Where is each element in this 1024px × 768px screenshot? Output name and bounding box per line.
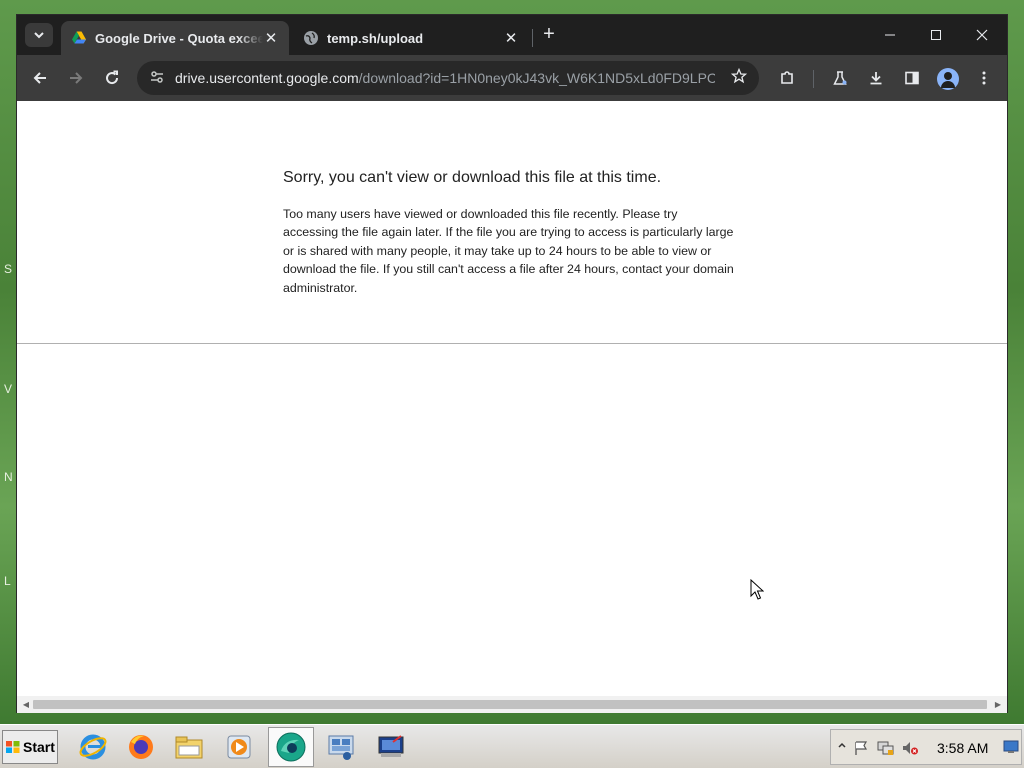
url-text[interactable]: drive.usercontent.google.com/download?id… (175, 70, 715, 86)
new-tab-button[interactable]: + (537, 23, 561, 47)
start-label: Start (23, 739, 55, 755)
back-button[interactable] (25, 63, 55, 93)
address-bar[interactable]: drive.usercontent.google.com/download?id… (137, 61, 759, 95)
desktop-icon-label-fragment: S (4, 262, 13, 276)
system-clock[interactable]: 3:58 AM (937, 740, 988, 756)
file-explorer-icon (175, 736, 203, 759)
mouse-cursor-icon (750, 579, 764, 600)
minimize-icon (885, 34, 895, 36)
taskbar-app-internet-explorer[interactable] (70, 727, 116, 767)
profile-avatar[interactable] (937, 68, 959, 90)
firefox-icon (129, 735, 153, 759)
side-panel-icon (905, 71, 919, 85)
globe-icon (304, 31, 318, 45)
scroll-left-arrow-icon[interactable]: ◀ (19, 698, 33, 711)
tab-title: Google Drive - Quota exceeded (95, 30, 263, 46)
tab-google-drive[interactable]: Google Drive - Quota exceeded ✕ (61, 21, 289, 55)
browser-toolbar: drive.usercontent.google.com/download?id… (17, 55, 1007, 101)
system-tray: 3:58 AM (830, 729, 1022, 765)
close-tab-icon[interactable]: ✕ (263, 29, 279, 47)
site-info-icon[interactable] (147, 69, 167, 88)
tab-separator (532, 29, 533, 47)
flask-icon (833, 71, 847, 85)
volume-muted-icon[interactable] (901, 740, 919, 759)
error-message: Too many users have viewed or downloaded… (283, 207, 734, 295)
taskbar-app-remote-desktop[interactable] (368, 727, 414, 767)
minimize-button[interactable] (867, 21, 913, 49)
reload-button[interactable] (97, 63, 127, 93)
error-title: Sorry, you can't view or download this f… (283, 169, 662, 186)
browser-window: Google Drive - Quota exceeded ✕ temp.sh/… (16, 14, 1008, 713)
media-player-icon (227, 735, 251, 759)
toolbar-separator (813, 70, 814, 88)
url-path: /download?id=1HN0ney0kJ43vk_W6K1ND5xLd0F… (358, 70, 715, 86)
network-icon (328, 735, 354, 760)
desktop-icon-label-fragment: N (4, 470, 13, 484)
divider (17, 343, 1007, 344)
maximize-button[interactable] (913, 21, 959, 49)
bookmark-star-icon[interactable] (730, 67, 748, 89)
scrollbar-thumb[interactable] (33, 700, 987, 709)
start-button[interactable]: Start (2, 730, 58, 764)
desktop-icon-label-fragment: L (4, 574, 11, 588)
close-icon (976, 29, 988, 41)
taskbar: Start 3:58 AM (0, 724, 1024, 768)
google-drive-icon (72, 31, 86, 44)
show-hidden-icons-icon[interactable] (837, 740, 847, 755)
tab-search-button[interactable] (25, 23, 53, 47)
arrow-right-icon (70, 72, 83, 84)
page-content: Sorry, you can't view or download this f… (17, 101, 1007, 697)
taskbar-app-chrome[interactable] (268, 727, 314, 767)
kebab-menu-icon (982, 71, 986, 85)
scroll-right-arrow-icon[interactable]: ▶ (991, 698, 1005, 711)
close-tab-icon[interactable]: ✕ (503, 29, 519, 47)
downloads-button[interactable] (861, 63, 891, 93)
action-center-flag-icon[interactable] (853, 740, 869, 759)
taskbar-app-media-player[interactable] (216, 727, 262, 767)
extensions-button[interactable] (772, 63, 802, 93)
remote-desktop-icon (378, 735, 404, 757)
internet-explorer-icon (79, 734, 107, 760)
taskbar-app-network[interactable] (318, 727, 364, 767)
labs-button[interactable] (825, 63, 855, 93)
chevron-down-icon (34, 32, 44, 39)
taskbar-app-firefox[interactable] (118, 727, 164, 767)
side-panel-button[interactable] (897, 63, 927, 93)
close-window-button[interactable] (959, 21, 1005, 49)
windows-logo-icon (6, 741, 20, 753)
chrome-icon (276, 732, 306, 762)
tab-temp-sh[interactable]: temp.sh/upload ✕ (293, 21, 529, 55)
reload-icon (106, 70, 119, 85)
puzzle-icon (781, 71, 793, 84)
browser-menu-button[interactable] (969, 63, 999, 93)
show-desktop-icon[interactable] (1003, 740, 1019, 757)
desktop-icon-label-fragment: V (4, 382, 13, 396)
arrow-left-icon (33, 72, 46, 84)
maximize-icon (931, 30, 941, 40)
forward-button[interactable] (61, 63, 91, 93)
url-host: drive.usercontent.google.com (175, 70, 359, 86)
network-status-icon[interactable] (877, 740, 895, 759)
tab-title: temp.sh/upload (327, 30, 424, 46)
download-icon (870, 72, 882, 85)
horizontal-scrollbar[interactable]: ◀ ▶ (17, 696, 1007, 713)
taskbar-app-file-explorer[interactable] (166, 727, 212, 767)
browser-titlebar: Google Drive - Quota exceeded ✕ temp.sh/… (17, 15, 1007, 55)
